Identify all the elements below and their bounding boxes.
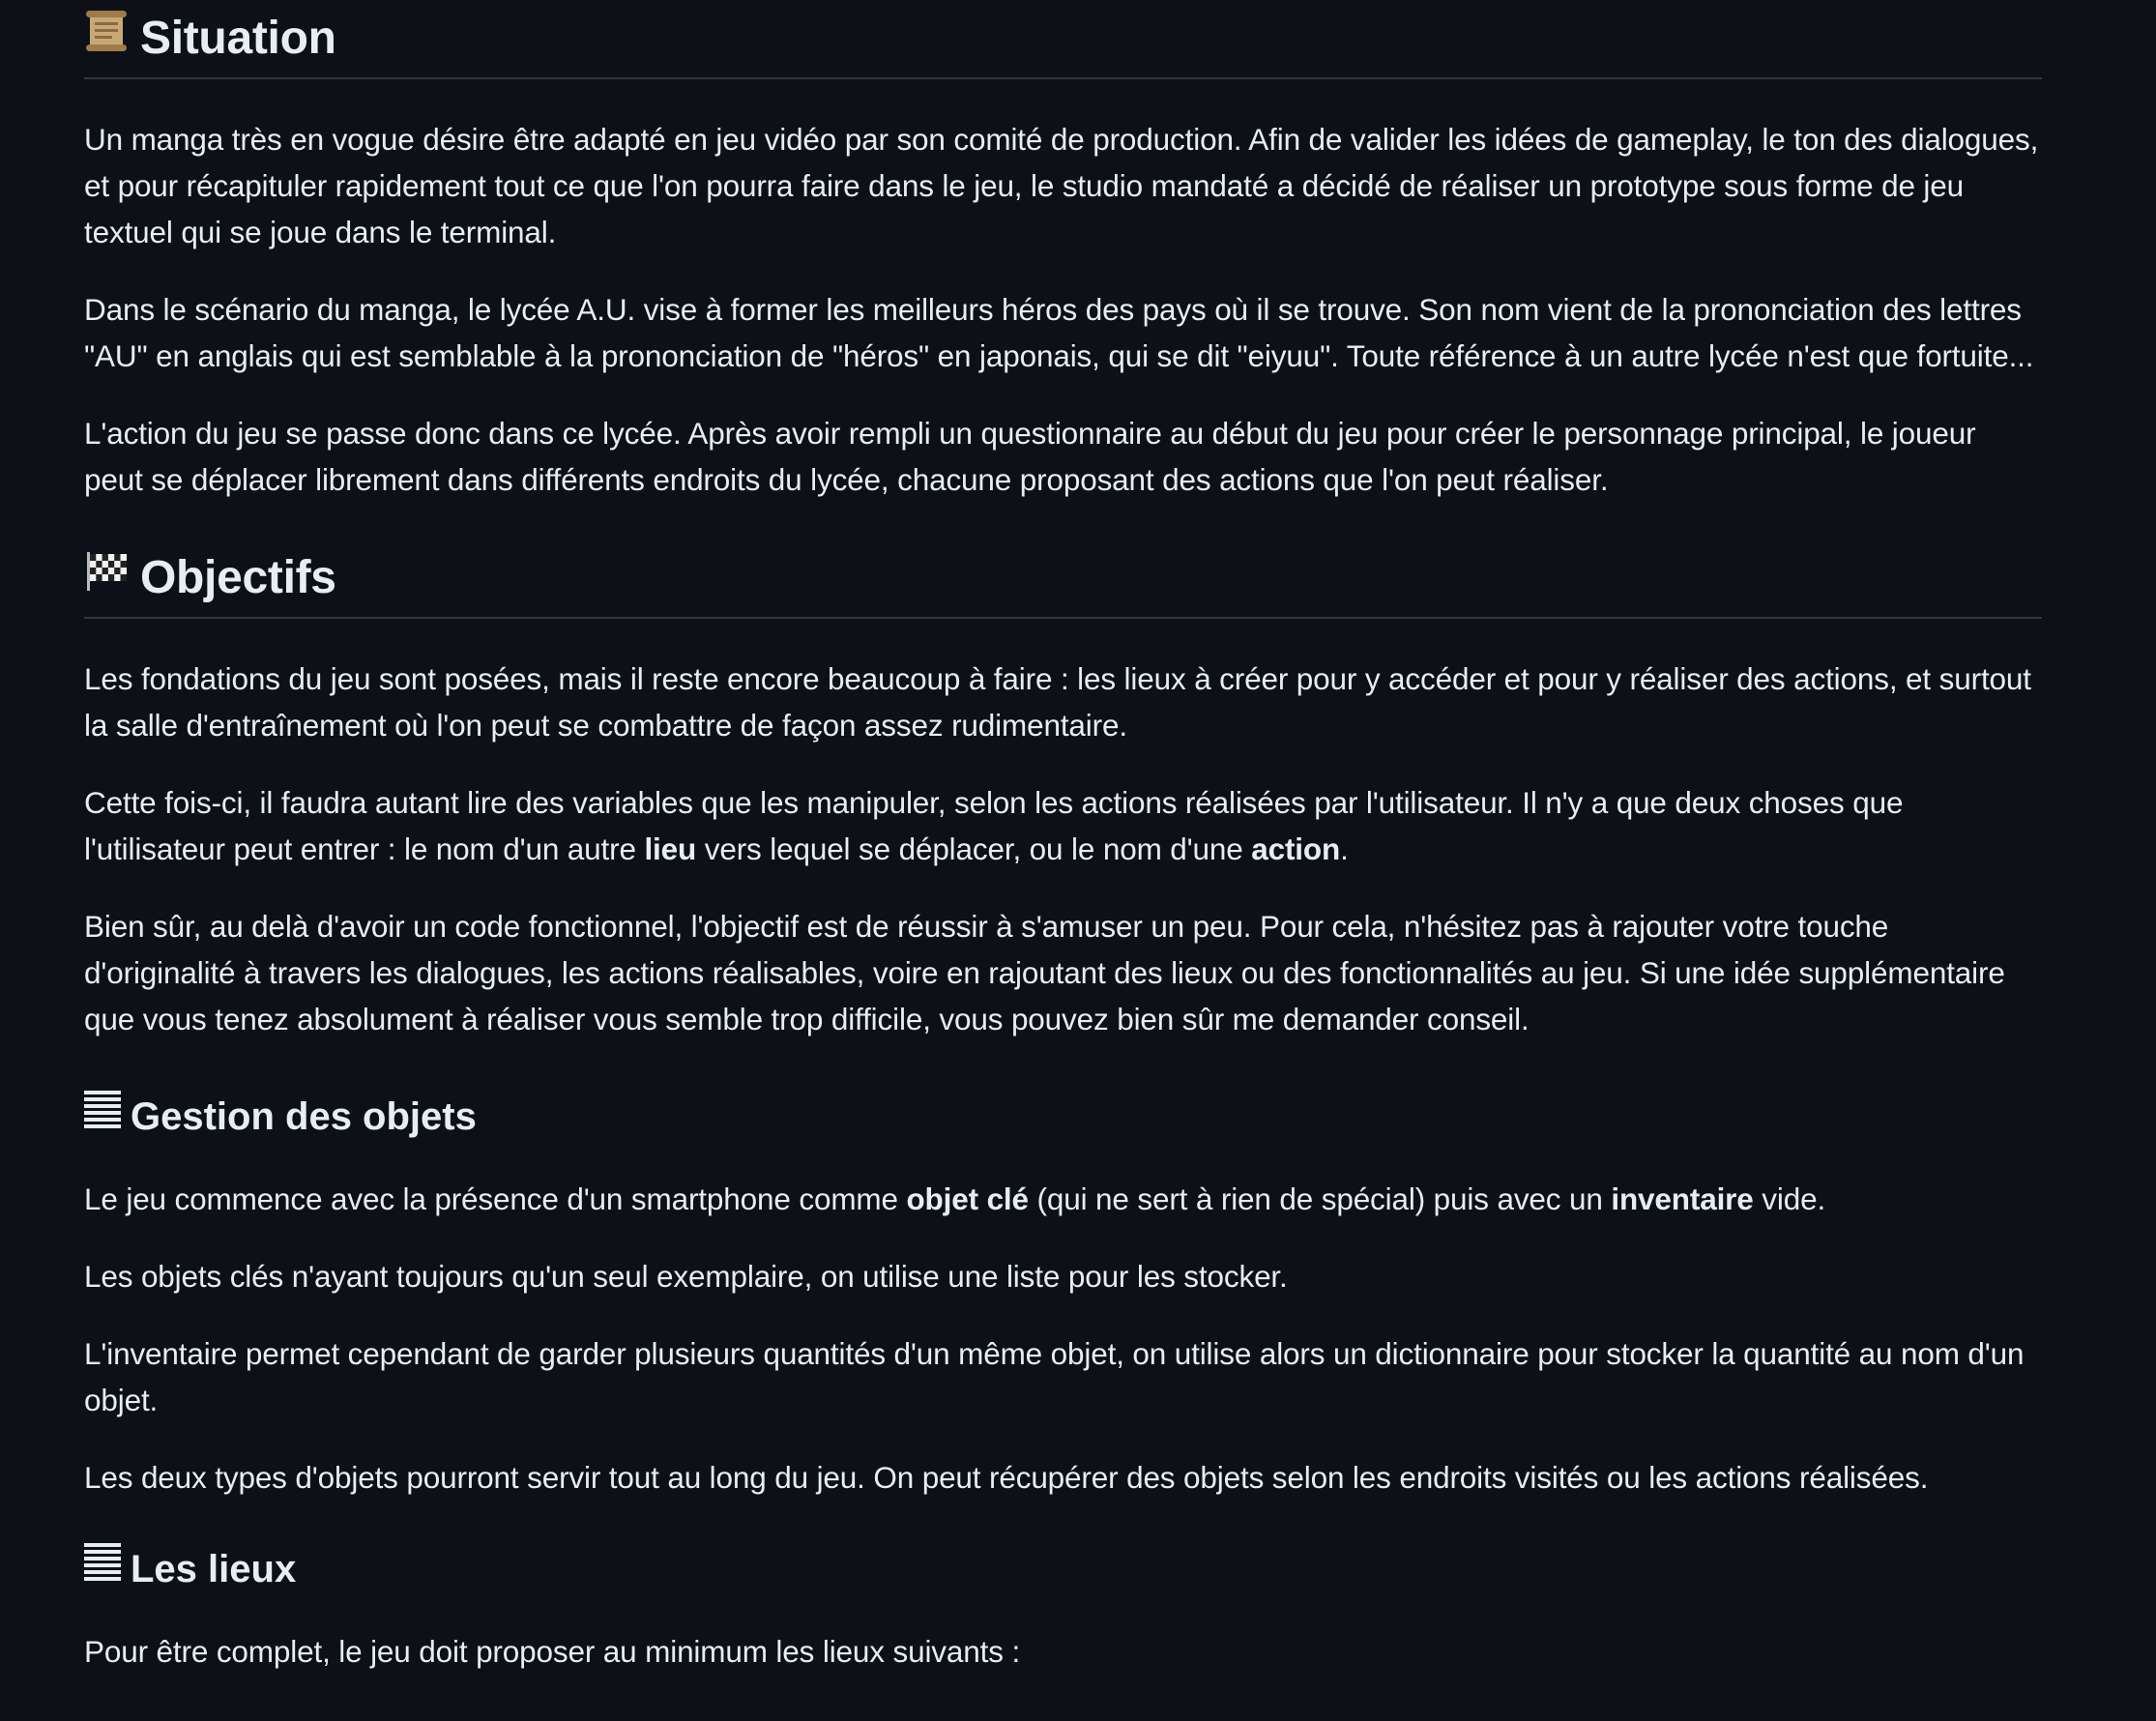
heading-text: Gestion des objets bbox=[131, 1094, 477, 1138]
heading-les-lieux: Les lieux bbox=[84, 1541, 2042, 1596]
paragraph: Cette fois-ci, il faudra autant lire des… bbox=[84, 779, 2042, 872]
text-lines-icon bbox=[84, 1541, 121, 1596]
heading-objectifs: Objectifs bbox=[84, 540, 2042, 619]
text-run: vide. bbox=[1753, 1181, 1826, 1216]
heading-text: Les lieux bbox=[131, 1547, 297, 1590]
paragraph: L'inventaire permet cependant de garder … bbox=[84, 1336, 2025, 1417]
bold-text: lieu bbox=[644, 831, 697, 866]
text-lines-icon bbox=[84, 1089, 121, 1144]
paragraph: Les deux types d'objets pourront servir … bbox=[84, 1460, 1929, 1495]
paragraph: Un manga très en vogue désire être adapt… bbox=[84, 122, 2039, 249]
paragraph: Le jeu commence avec la présence d'un sm… bbox=[84, 1176, 2042, 1222]
paragraph: Les fondations du jeu sont posées, mais … bbox=[84, 661, 2031, 743]
bold-text: objet clé bbox=[906, 1181, 1029, 1216]
text-run: . bbox=[1340, 831, 1349, 866]
text-run: Le jeu commence avec la présence d'un sm… bbox=[84, 1181, 907, 1216]
text-run: (qui ne sert à rien de spécial) puis ave… bbox=[1028, 1181, 1612, 1216]
text-run: vers lequel se déplacer, ou le nom d'une bbox=[696, 831, 1252, 866]
scroll-icon bbox=[84, 0, 129, 77]
heading-situation: Situation bbox=[84, 0, 2042, 79]
paragraph: Les objets clés n'ayant toujours qu'un s… bbox=[84, 1259, 1288, 1294]
chequered-flag-icon bbox=[84, 540, 129, 617]
heading-text: Objectifs bbox=[140, 552, 336, 603]
paragraph: L'action du jeu se passe donc dans ce ly… bbox=[84, 416, 1976, 497]
paragraph: Dans le scénario du manga, le lycée A.U.… bbox=[84, 292, 2034, 373]
heading-text: Situation bbox=[140, 13, 336, 64]
heading-gestion-des-objets: Gestion des objets bbox=[84, 1089, 2042, 1144]
bold-text: inventaire bbox=[1611, 1181, 1754, 1216]
paragraph: Pour être complet, le jeu doit proposer … bbox=[84, 1634, 1021, 1669]
bold-text: action bbox=[1251, 831, 1341, 866]
paragraph: Bien sûr, au delà d'avoir un code foncti… bbox=[84, 909, 2005, 1036]
readme-content: Situation Un manga très en vogue désire … bbox=[84, 0, 2042, 1675]
